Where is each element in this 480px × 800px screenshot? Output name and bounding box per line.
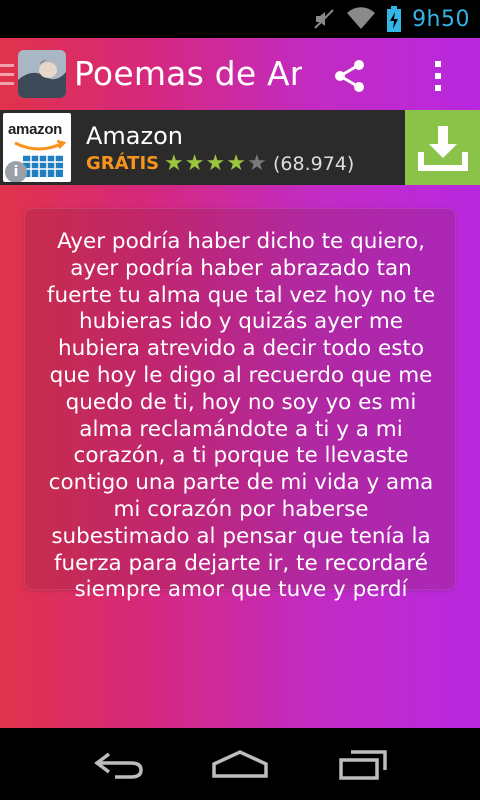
star-filled-icon: ★ bbox=[184, 151, 205, 176]
navigation-bar bbox=[0, 728, 480, 800]
share-icon bbox=[335, 60, 364, 92]
ad-rating-stars: ★ ★ ★ ★ ★ bbox=[164, 152, 267, 176]
home-icon bbox=[212, 750, 268, 778]
wifi-icon bbox=[347, 7, 376, 29]
recent-apps-icon bbox=[339, 750, 387, 780]
star-empty-icon: ★ bbox=[246, 151, 267, 176]
poem-text: Ayer podría haber dicho te quiero, ayer … bbox=[46, 229, 436, 603]
overflow-menu-icon bbox=[435, 61, 441, 91]
battery-icon bbox=[387, 6, 402, 32]
poem-card[interactable]: Ayer podría haber dicho te quiero, ayer … bbox=[24, 208, 456, 602]
app-icon[interactable] bbox=[18, 50, 66, 98]
info-icon[interactable]: i bbox=[5, 161, 27, 182]
ad-app-name: Amazon bbox=[86, 122, 183, 150]
ad-banner[interactable]: amazon i Amazon GRÁTIS ★ ★ ★ ★ ★ (68.974… bbox=[0, 110, 480, 185]
share-button[interactable] bbox=[328, 54, 372, 98]
back-icon bbox=[94, 752, 143, 779]
status-bar: 9h50 bbox=[0, 0, 480, 38]
star-filled-icon: ★ bbox=[205, 151, 226, 176]
ad-price: GRÁTIS bbox=[86, 153, 160, 174]
ad-app-logo[interactable]: amazon i bbox=[3, 113, 71, 182]
ad-logo-text: amazon bbox=[8, 121, 63, 138]
recent-apps-button[interactable] bbox=[328, 744, 398, 784]
ad-rating-count: (68.974) bbox=[273, 153, 355, 175]
download-icon bbox=[417, 125, 468, 171]
status-clock: 9h50 bbox=[412, 6, 470, 32]
back-button[interactable] bbox=[84, 744, 154, 784]
ad-install-button[interactable] bbox=[405, 110, 480, 185]
app-title: Poemas de Ami bbox=[74, 54, 302, 93]
app-content: Poemas de Ami amazon bbox=[0, 38, 480, 728]
drawer-indicator-icon[interactable] bbox=[0, 64, 14, 86]
star-filled-icon: ★ bbox=[164, 151, 184, 176]
overflow-menu-button[interactable] bbox=[418, 54, 458, 98]
star-filled-icon: ★ bbox=[226, 151, 246, 176]
home-button[interactable] bbox=[205, 744, 275, 784]
action-bar: Poemas de Ami bbox=[0, 38, 480, 110]
mute-icon bbox=[314, 9, 334, 29]
